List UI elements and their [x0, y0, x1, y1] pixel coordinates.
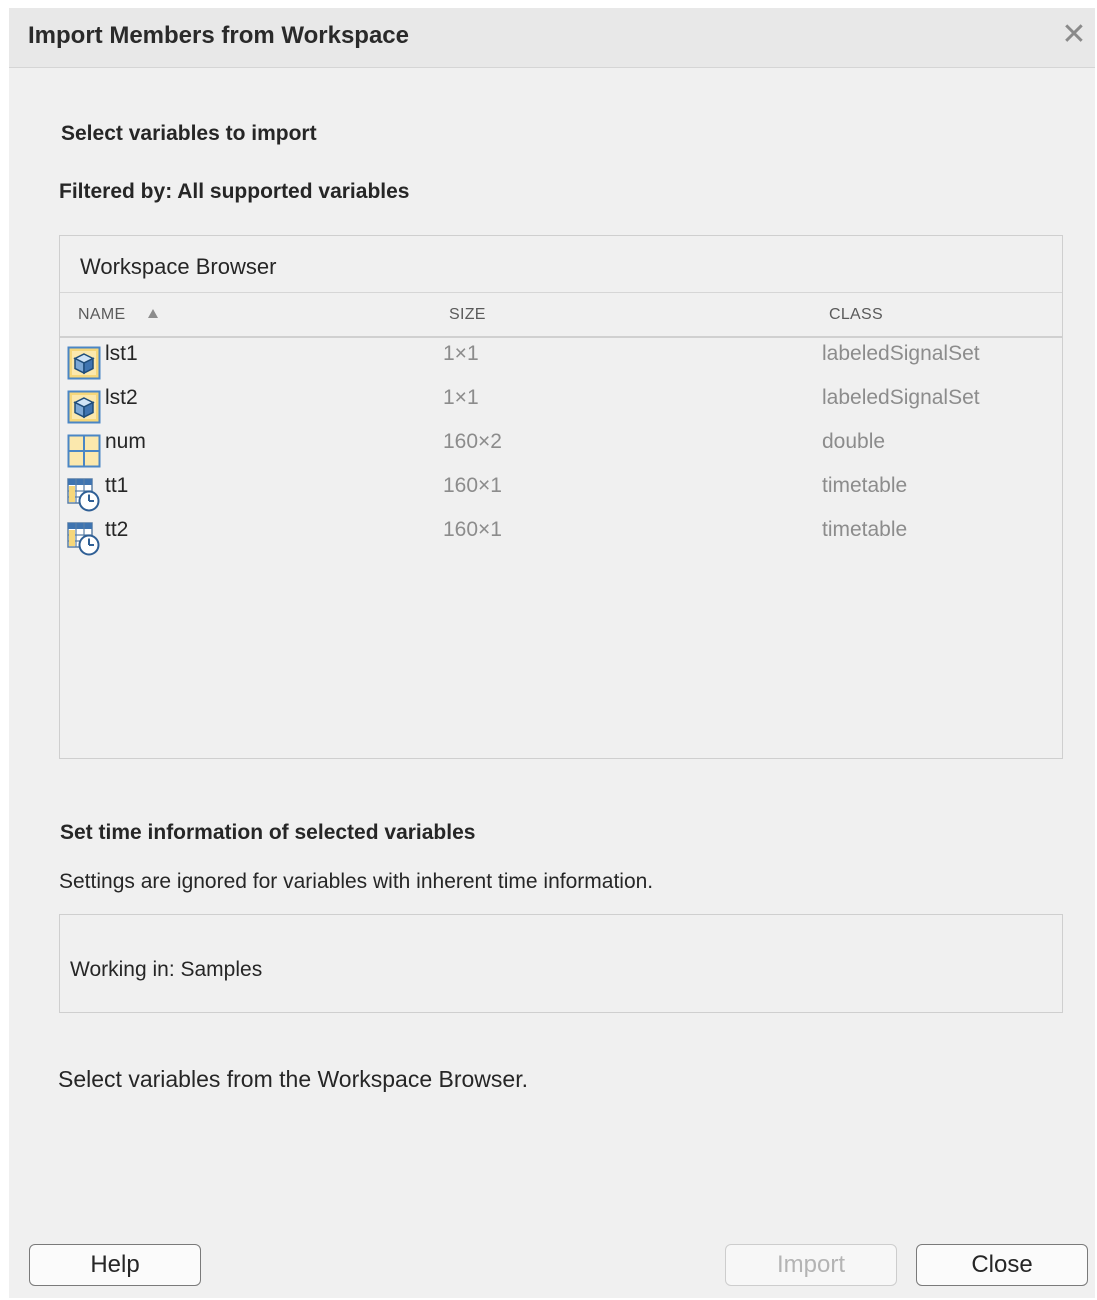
variable-name: num	[105, 430, 146, 453]
time-settings-panel: Working in: Samples	[59, 914, 1063, 1013]
column-header-class[interactable]: CLASS	[829, 306, 883, 324]
table-row[interactable]: lst2 1×1 labeledSignalSet	[60, 383, 1062, 427]
variable-class: timetable	[822, 518, 908, 541]
time-info-note: Settings are ignored for variables with …	[59, 870, 654, 893]
column-header-size[interactable]: SIZE	[449, 306, 486, 324]
dialog-title: Import Members from Workspace	[28, 22, 409, 49]
help-button[interactable]: Help	[29, 1244, 201, 1286]
variable-size: 1×1	[443, 386, 479, 409]
title-bar: Import Members from Workspace ✕	[9, 8, 1095, 68]
workspace-browser-title: Workspace Browser	[80, 254, 277, 279]
divider	[60, 292, 1062, 293]
matrix-icon	[67, 434, 101, 468]
object-icon	[67, 390, 101, 424]
close-icon[interactable]: ✕	[1059, 20, 1089, 50]
variable-name: tt2	[105, 518, 129, 541]
table-row[interactable]: num 160×2 double	[60, 427, 1062, 471]
table-row[interactable]: lst1 1×1 labeledSignalSet	[60, 339, 1062, 383]
filter-label: Filtered by: All supported variables	[59, 180, 410, 203]
variable-size: 160×2	[443, 430, 502, 453]
time-info-heading: Set time information of selected variabl…	[60, 821, 476, 844]
timetable-icon	[67, 478, 100, 512]
variable-class: labeledSignalSet	[822, 342, 980, 365]
variable-size: 160×1	[443, 518, 502, 541]
variable-name: lst1	[105, 342, 138, 365]
table-row[interactable]: tt1 160×1 timetable	[60, 471, 1062, 515]
select-variables-heading: Select variables to import	[61, 122, 317, 145]
variable-class: labeledSignalSet	[822, 386, 980, 409]
variable-name: lst2	[105, 386, 138, 409]
sort-ascending-icon	[148, 309, 158, 318]
variable-size: 1×1	[443, 342, 479, 365]
variable-class: timetable	[822, 474, 908, 497]
status-message: Select variables from the Workspace Brow…	[58, 1066, 528, 1092]
import-button[interactable]: Import	[725, 1244, 897, 1286]
variable-size: 160×1	[443, 474, 502, 497]
workspace-browser-panel: Workspace Browser NAME SIZE CLASS lst1 1…	[59, 235, 1063, 759]
working-in-label: Working in: Samples	[70, 958, 263, 981]
object-icon	[67, 346, 101, 380]
table-row[interactable]: tt2 160×1 timetable	[60, 515, 1062, 559]
divider	[60, 336, 1062, 338]
close-button[interactable]: Close	[916, 1244, 1088, 1286]
import-members-dialog: Import Members from Workspace ✕ Select v…	[9, 8, 1095, 1298]
column-header-name[interactable]: NAME	[78, 306, 125, 324]
timetable-icon	[67, 522, 100, 556]
variable-class: double	[822, 430, 886, 453]
variable-name: tt1	[105, 474, 129, 497]
